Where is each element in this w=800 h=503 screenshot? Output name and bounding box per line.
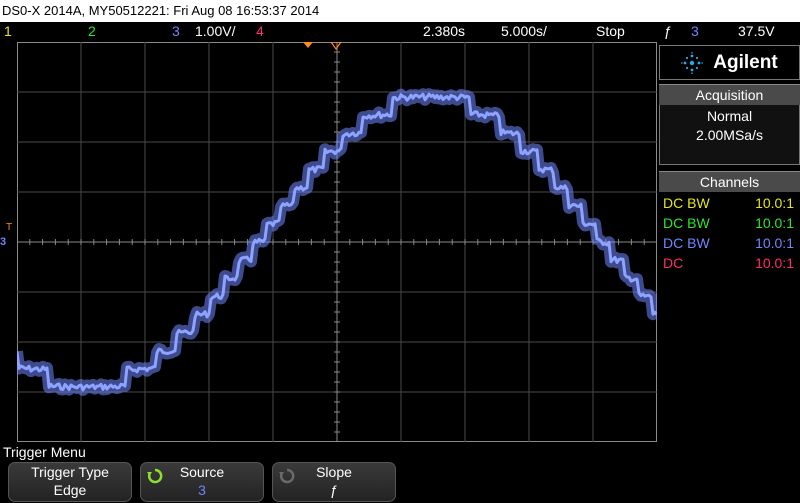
channel-4-label: 4: [256, 23, 264, 39]
channel-probe: 10.0:1: [755, 215, 794, 231]
channel-2-label: 2: [88, 23, 96, 39]
sample-rate: 2.00MSa/s: [696, 127, 763, 143]
acquisition-header: Acquisition: [659, 84, 800, 105]
channel-coupling: DC BW: [663, 195, 710, 211]
channel-row: DC 10.0:1: [659, 253, 800, 273]
channel-row: DC BW 10.0:1: [659, 233, 800, 253]
softkey-value: Edge: [53, 482, 87, 498]
rotate-knob-icon: [279, 468, 295, 484]
trigger-type-softkey[interactable]: Trigger Type Edge: [8, 462, 132, 502]
channel-coupling: DC BW: [663, 215, 710, 231]
trigger-level-marker: T: [6, 222, 13, 233]
channel-coupling: DC BW: [663, 235, 710, 251]
channel-coupling: DC: [663, 255, 684, 271]
waveform-graticule: [17, 42, 657, 442]
channel-3-label: 3: [172, 23, 180, 39]
side-panel: Agilent Acquisition Normal 2.00MSa/s Cha…: [659, 45, 800, 273]
window-title: DS0-X 2014A, MY50512221: Fri Aug 08 16:5…: [2, 3, 320, 18]
softkey-label: Trigger Type: [31, 464, 109, 480]
ground-reference-marker[interactable]: 3: [0, 236, 6, 248]
channel-row: DC BW 10.0:1: [659, 213, 800, 233]
channel-probe: 10.0:1: [755, 235, 794, 251]
acquisition-mode: Normal: [706, 108, 753, 124]
acquisition-info: Normal 2.00MSa/s: [659, 105, 800, 165]
time-delay: 2.380s: [423, 23, 466, 39]
trigger-slope-icon: ƒ: [664, 23, 672, 39]
agilent-spark-icon: [681, 51, 704, 74]
source-softkey[interactable]: Source 3: [140, 462, 264, 502]
time-scale: 5.000s/: [501, 23, 547, 39]
channel-3-scale: 1.00V/: [195, 23, 236, 39]
channel-probe: 10.0:1: [755, 195, 794, 211]
channel-probe: 10.0:1: [755, 255, 794, 271]
channels-header: Channels: [659, 171, 800, 192]
trigger-level: 37.5V: [738, 23, 775, 39]
trigger-channel: 3: [691, 23, 699, 39]
agilent-logo: Agilent: [659, 45, 800, 80]
status-bar: 1 2 3 1.00V/ 4 2.380s 5.000s/ Stop ƒ 3 3…: [0, 22, 800, 41]
waveform-display[interactable]: [17, 42, 657, 442]
channel-row: DC BW 10.0:1: [659, 193, 800, 213]
run-state: Stop: [596, 23, 625, 39]
window-title-bar: DS0-X 2014A, MY50512221: Fri Aug 08 16:5…: [0, 0, 800, 22]
rotate-knob-icon: [147, 468, 163, 484]
channel-1-label: 1: [4, 23, 12, 39]
brand-name: Agilent: [713, 51, 778, 73]
slope-softkey[interactable]: Slope ƒ: [272, 462, 396, 502]
trigger-menu-title: Trigger Menu: [3, 444, 86, 460]
channel-list: DC BW 10.0:1 DC BW 10.0:1 DC BW 10.0:1 D…: [659, 192, 800, 273]
